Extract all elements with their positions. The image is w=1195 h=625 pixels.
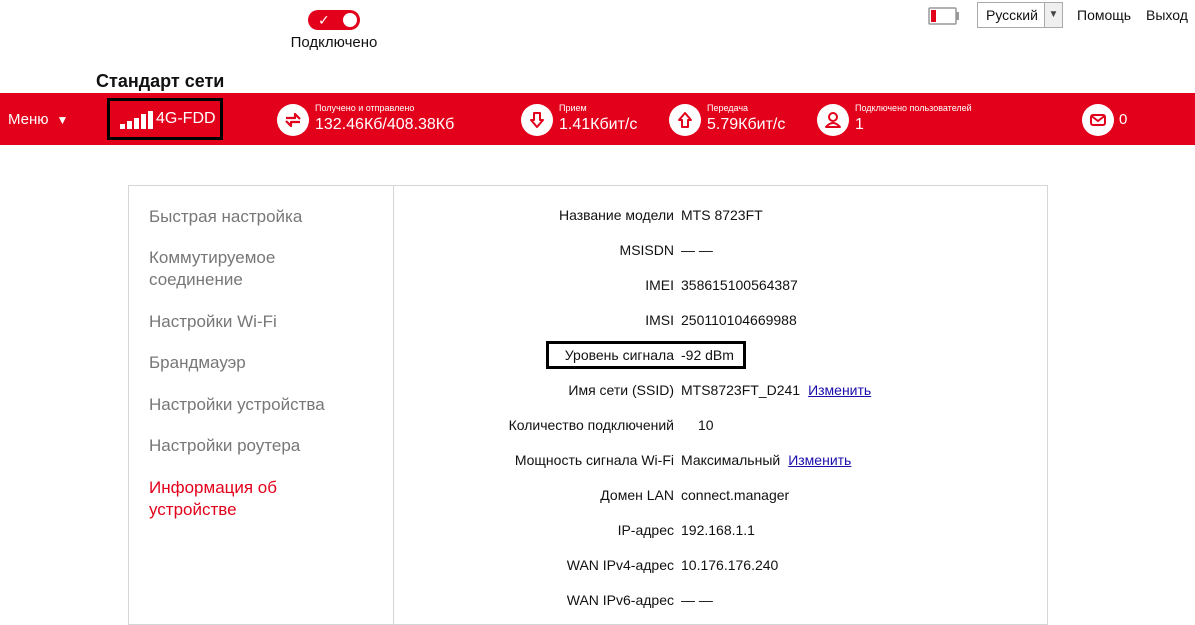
info-value: 192.168.1.1 <box>681 522 755 538</box>
info-value: connect.manager <box>681 487 790 503</box>
stat-label: Прием <box>559 103 587 113</box>
info-row: WAN IPv4-адрес 10.176.176.240 <box>394 557 1044 577</box>
transfer-icon <box>277 104 309 136</box>
stat-label: Получено и отправлено <box>315 103 415 113</box>
connection-toggle[interactable]: ✓ <box>308 10 360 30</box>
toggle-knob <box>343 13 357 27</box>
sidebar-item-device-info[interactable]: Информация об устройстве <box>149 477 319 521</box>
network-type-indicator: 4G-FDD <box>107 98 223 140</box>
sidebar-item-router-settings[interactable]: Настройки роутера <box>149 435 300 457</box>
sidebar-item-quick-setup[interactable]: Быстрая настройка <box>149 206 302 228</box>
download-icon <box>521 104 553 136</box>
info-value: — — <box>681 592 713 608</box>
mail-icon[interactable] <box>1082 104 1114 136</box>
info-row: Мощность сигнала Wi-Fi Максимальный Измен… <box>394 452 1044 472</box>
info-row: Количество подключений 10 <box>394 417 1044 437</box>
stat-value: 1 <box>855 116 864 133</box>
network-type: 4G-FDD <box>156 110 216 127</box>
logout-link[interactable]: Выход <box>1146 7 1188 23</box>
info-key: Мощность сигнала Wi-Fi <box>514 452 674 468</box>
stat-value: 5.79Кбит/с <box>707 116 786 133</box>
help-link[interactable]: Помощь <box>1077 7 1131 23</box>
info-key: Название модели <box>558 207 674 223</box>
info-row: IP-адрес 192.168.1.1 <box>394 522 1044 542</box>
info-value: MTS 8723FT <box>681 207 763 223</box>
connection-toggle-label: Подключено <box>290 34 378 51</box>
info-key: IP-адрес <box>617 522 674 538</box>
stat-label: Подключено пользователей <box>855 103 972 113</box>
signal-level-highlight-box <box>546 341 746 369</box>
status-bar: Меню ▼ 4G-FDD Получено и отправлено 132.4… <box>0 93 1195 145</box>
triangle-down-icon: ▼ <box>56 113 69 127</box>
language-select-value: Русский <box>986 7 1038 23</box>
info-key: Количество подключений <box>508 417 674 433</box>
users-icon <box>817 104 849 136</box>
info-row: Название модели MTS 8723FT <box>394 207 1044 227</box>
menu-button[interactable]: Меню ▼ <box>8 111 68 128</box>
sidebar-item-firewall[interactable]: Брандмауэр <box>149 352 246 374</box>
edit-ssid-link[interactable]: Изменить <box>808 382 871 398</box>
info-value: 250110104669988 <box>681 312 797 328</box>
info-key: IMSI <box>645 312 674 328</box>
messages-count: 0 <box>1119 111 1128 128</box>
stat-value: 1.41Кбит/с <box>559 116 638 133</box>
stat-label: Передача <box>707 103 749 113</box>
language-select[interactable]: Русский ▼ <box>977 2 1063 28</box>
info-value: 10 <box>698 417 714 433</box>
battery-icon <box>928 7 959 25</box>
network-standard-title: Стандарт сети <box>96 71 225 91</box>
info-row: Домен LAN connect.manager <box>394 487 1044 507</box>
upload-icon <box>669 104 701 136</box>
signal-bars-icon <box>120 111 154 129</box>
main-panel: Быстрая настройка Коммутируемое соединен… <box>128 185 1048 625</box>
info-value: — — <box>681 242 713 258</box>
stat-value: 132.46Кб/408.38Кб <box>315 116 455 133</box>
info-row: IMSI 250110104669988 <box>394 312 1044 332</box>
chevron-down-icon[interactable]: ▼ <box>1044 3 1062 27</box>
info-value-text: Максимальный <box>681 452 781 468</box>
info-key: IMEI <box>645 277 674 293</box>
info-row: WAN IPv6-адрес — — <box>394 592 1044 612</box>
sidebar-item-device-settings[interactable]: Настройки устройства <box>149 394 325 416</box>
info-value: 358615100564387 <box>681 277 798 293</box>
info-value: Максимальный Изменить <box>681 452 851 468</box>
info-key: WAN IPv6-адрес <box>566 592 674 608</box>
sidebar-item-dialup[interactable]: Коммутируемое соединение <box>149 247 329 291</box>
sidebar: Быстрая настройка Коммутируемое соединен… <box>129 186 394 624</box>
info-key: MSISDN <box>619 242 674 258</box>
menu-label: Меню <box>8 111 49 128</box>
edit-wifi-power-link[interactable]: Изменить <box>788 452 851 468</box>
info-key: Домен LAN <box>600 487 674 503</box>
info-row: MSISDN — — <box>394 242 1044 262</box>
info-key: Имя сети (SSID) <box>568 382 674 398</box>
connection-toggle-group: ✓ Подключено <box>286 10 382 51</box>
check-icon: ✓ <box>318 12 330 28</box>
info-row: IMEI 358615100564387 <box>394 277 1044 297</box>
info-value: MTS8723FT_D241 Изменить <box>681 382 871 398</box>
info-value: 10.176.176.240 <box>681 557 779 573</box>
info-row: Имя сети (SSID) MTS8723FT_D241 Изменить <box>394 382 1044 402</box>
info-value-text: MTS8723FT_D241 <box>681 382 801 398</box>
sidebar-item-wifi-settings[interactable]: Настройки Wi-Fi <box>149 311 277 333</box>
info-key: WAN IPv4-адрес <box>566 557 674 573</box>
